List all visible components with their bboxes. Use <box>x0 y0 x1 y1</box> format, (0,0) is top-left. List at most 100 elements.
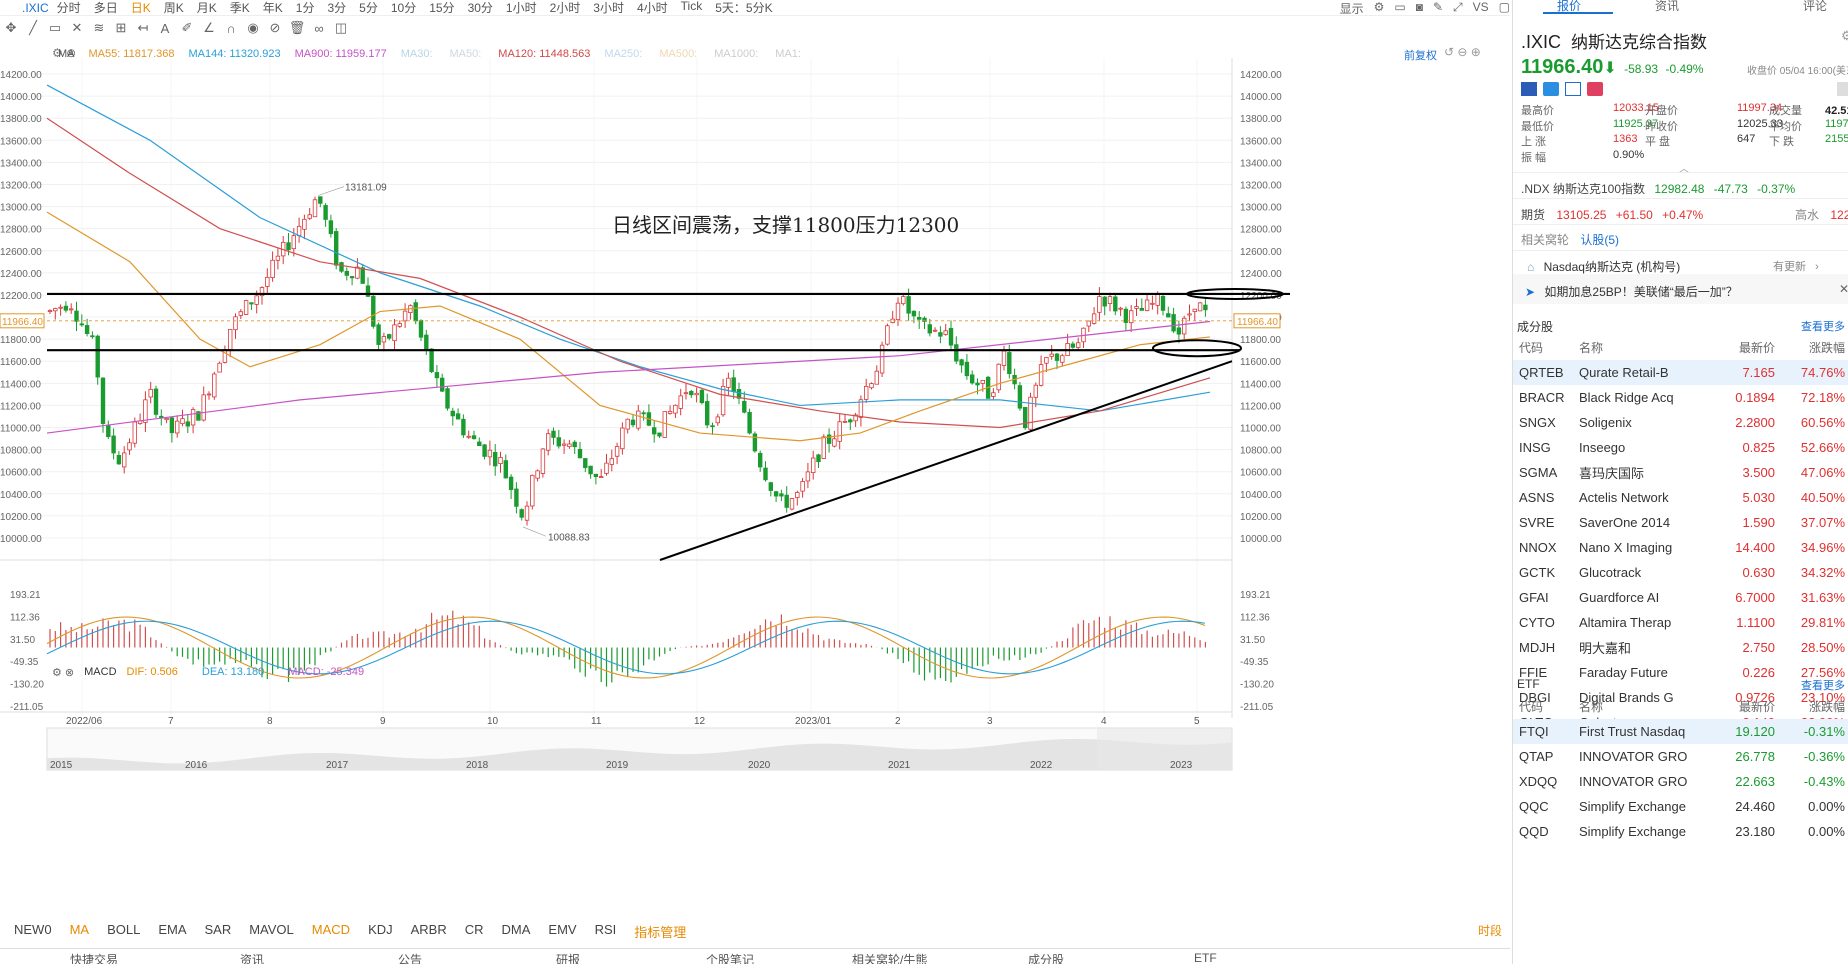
indicator-1[interactable]: MA <box>70 922 90 938</box>
period-3[interactable]: 周K <box>164 0 184 16</box>
period-6[interactable]: 年K <box>263 0 283 16</box>
header-cell[interactable]: 代码 <box>1513 698 1579 715</box>
fullscreen-icon[interactable]: ⤢ <box>1453 0 1463 17</box>
heart-icon[interactable] <box>1587 82 1603 96</box>
table-row[interactable]: SNGX Soligenix 2.2800 60.56% <box>1513 410 1848 435</box>
table-row[interactable]: SVRE SaverOne 2014 1.590 37.07% <box>1513 510 1848 535</box>
etf-more[interactable]: 查看更多 <box>1801 677 1845 693</box>
period-2[interactable]: 日K <box>131 0 151 16</box>
arrow-tool-icon[interactable]: ↤ <box>132 20 154 36</box>
period-16[interactable]: 4小时 <box>637 0 668 16</box>
display-dropdown[interactable]: 显示 <box>1340 0 1364 17</box>
bottom-tab-2[interactable]: 公告 <box>398 951 422 964</box>
period-10[interactable]: 10分 <box>391 0 416 16</box>
table-row[interactable]: GFAI Guardforce AI 6.7000 31.63% <box>1513 585 1848 610</box>
header-cell[interactable]: 涨跌幅 <box>1775 698 1848 715</box>
text-tool-icon[interactable]: A <box>154 21 176 36</box>
table-row[interactable]: FTQI First Trust Nasdaq 19.120 -0.31% <box>1513 719 1848 744</box>
table-row[interactable]: FFIE Faraday Future 0.226 27.56% <box>1513 660 1848 685</box>
indicator-6[interactable]: MACD <box>312 922 350 938</box>
settings-icon[interactable]: ⚙ <box>1841 28 1848 44</box>
bottom-tab-6[interactable]: 成分股 <box>1028 951 1064 964</box>
link-icon[interactable]: ∞ <box>308 21 330 36</box>
table-row[interactable]: QRTEB Qurate Retail-B 7.165 74.76% <box>1513 360 1848 385</box>
bottom-tab-4[interactable]: 个股笔记 <box>706 951 754 964</box>
indicator-2[interactable]: BOLL <box>107 922 140 938</box>
constituents-more[interactable]: 查看更多 <box>1801 318 1845 334</box>
ndx-name[interactable]: .NDX 纳斯达克100指数 <box>1521 182 1645 196</box>
line-tool-icon[interactable]: ╱ <box>22 20 44 36</box>
table-row[interactable]: CYTO Altamira Therap 1.1100 29.81% <box>1513 610 1848 635</box>
period-14[interactable]: 2小时 <box>550 0 581 16</box>
compare-button[interactable]: VS <box>1473 0 1489 17</box>
lock-icon[interactable]: ⊘ <box>264 20 286 36</box>
header-cell[interactable]: 名称 <box>1579 698 1695 715</box>
period-13[interactable]: 1小时 <box>506 0 537 16</box>
indicator-12[interactable]: RSI <box>595 922 617 938</box>
period-5[interactable]: 季K <box>230 0 250 16</box>
table-row[interactable]: QQD Simplify Exchange 23.180 0.00% <box>1513 819 1848 844</box>
indicator-13[interactable]: 指标管理 <box>634 922 686 940</box>
period-1[interactable]: 多日 <box>94 0 118 16</box>
period-11[interactable]: 15分 <box>429 0 454 16</box>
period-9[interactable]: 5分 <box>359 0 378 16</box>
brush-tool-icon[interactable]: ✐ <box>176 20 198 36</box>
move-icon[interactable]: ✥ <box>0 20 22 36</box>
indicator-7[interactable]: KDJ <box>368 922 393 938</box>
period-0[interactable]: 分时 <box>57 0 81 16</box>
indicator-5[interactable]: MAVOL <box>249 922 294 938</box>
eye-icon[interactable]: ◉ <box>242 20 264 36</box>
period-12[interactable]: 30分 <box>468 0 493 16</box>
camera-icon[interactable]: ◙ <box>1416 0 1423 17</box>
rect-tool-icon[interactable]: ▭ <box>44 20 66 36</box>
symbol-label[interactable]: .IXIC <box>22 1 49 15</box>
indicator-4[interactable]: SAR <box>204 922 231 938</box>
tab-comment[interactable]: 评论 <box>1803 0 1827 14</box>
indicator-3[interactable]: EMA <box>158 922 186 938</box>
indicator-11[interactable]: EMV <box>548 922 576 938</box>
table-row[interactable]: SGMA 喜玛庆国际 3.500 47.06% <box>1513 460 1848 485</box>
price-chart[interactable]: 14200.00 14200.00 14000.00 14000.00 13800.00… <box>0 58 1510 938</box>
bell-icon[interactable] <box>1837 82 1848 96</box>
warrant-link[interactable]: 认股(5) <box>1580 233 1619 247</box>
table-row[interactable]: INSG Inseego 0.825 52.66% <box>1513 435 1848 460</box>
table-row[interactable]: ASNS Actelis Network 5.030 40.50% <box>1513 485 1848 510</box>
channel-tool-icon[interactable]: ≋ <box>88 20 110 36</box>
bottom-tab-7[interactable]: ETF <box>1194 951 1217 964</box>
table-row[interactable]: BRACR Black Ridge Acq 0.1894 72.18% <box>1513 385 1848 410</box>
table-row[interactable]: MDJH 明大嘉和 2.750 28.50% <box>1513 635 1848 660</box>
indicator-10[interactable]: DMA <box>502 922 531 938</box>
macd-settings-icon[interactable]: ⚙ ⊗ <box>52 666 74 679</box>
header-cell[interactable]: 名称 <box>1579 339 1695 356</box>
trash-icon[interactable]: 🗑 <box>286 20 308 36</box>
header-cell[interactable]: 最新价 <box>1695 339 1775 356</box>
cross-tool-icon[interactable]: ✕ <box>66 20 88 36</box>
layers-icon[interactable]: ◫ <box>330 20 352 36</box>
period-4[interactable]: 月K <box>197 0 217 16</box>
chart-controls[interactable]: ↺ ⊖ ⊕ <box>1444 45 1481 59</box>
pen-icon[interactable]: ✎ <box>1433 0 1443 17</box>
bottom-tab-3[interactable]: 研报 <box>556 951 580 964</box>
header-cell[interactable]: 涨跌幅 <box>1775 339 1848 356</box>
period-18[interactable]: 5天：5分K <box>715 0 772 16</box>
indicator-0[interactable]: NEW0 <box>14 922 52 938</box>
header-cell[interactable]: 最新价 <box>1695 698 1775 715</box>
indicator-8[interactable]: ARBR <box>411 922 447 938</box>
bottom-tab-5[interactable]: 相关窝轮/牛熊 <box>852 951 927 964</box>
bottom-tab-0[interactable]: 快捷交易 <box>70 951 118 964</box>
news-headline[interactable]: 如期加息25BP！美联储“最后一加”？ <box>1544 285 1737 299</box>
window-icon[interactable]: ▢ <box>1499 0 1510 17</box>
share-icon[interactable] <box>1543 82 1559 96</box>
magnet-icon[interactable]: ∩ <box>220 21 242 36</box>
fib-tool-icon[interactable]: ⊞ <box>110 20 132 36</box>
table-row[interactable]: NNOX Nano X Imaging 14.400 34.96% <box>1513 535 1848 560</box>
table-row[interactable]: QQC Simplify Exchange 24.460 0.00% <box>1513 794 1848 819</box>
indicator-9[interactable]: CR <box>465 922 484 938</box>
period-8[interactable]: 3分 <box>327 0 346 16</box>
table-row[interactable]: QTAP INNOVATOR GRO 26.778 -0.36% <box>1513 744 1848 769</box>
header-cell[interactable]: 代码 <box>1513 339 1579 356</box>
layout-icon[interactable]: ▭ <box>1394 0 1405 17</box>
session-button[interactable]: 时段 <box>1478 922 1502 939</box>
tab-news[interactable]: 资讯 <box>1655 0 1679 14</box>
institution-name[interactable]: Nasdaq纳斯达克 (机构号) <box>1544 260 1681 274</box>
